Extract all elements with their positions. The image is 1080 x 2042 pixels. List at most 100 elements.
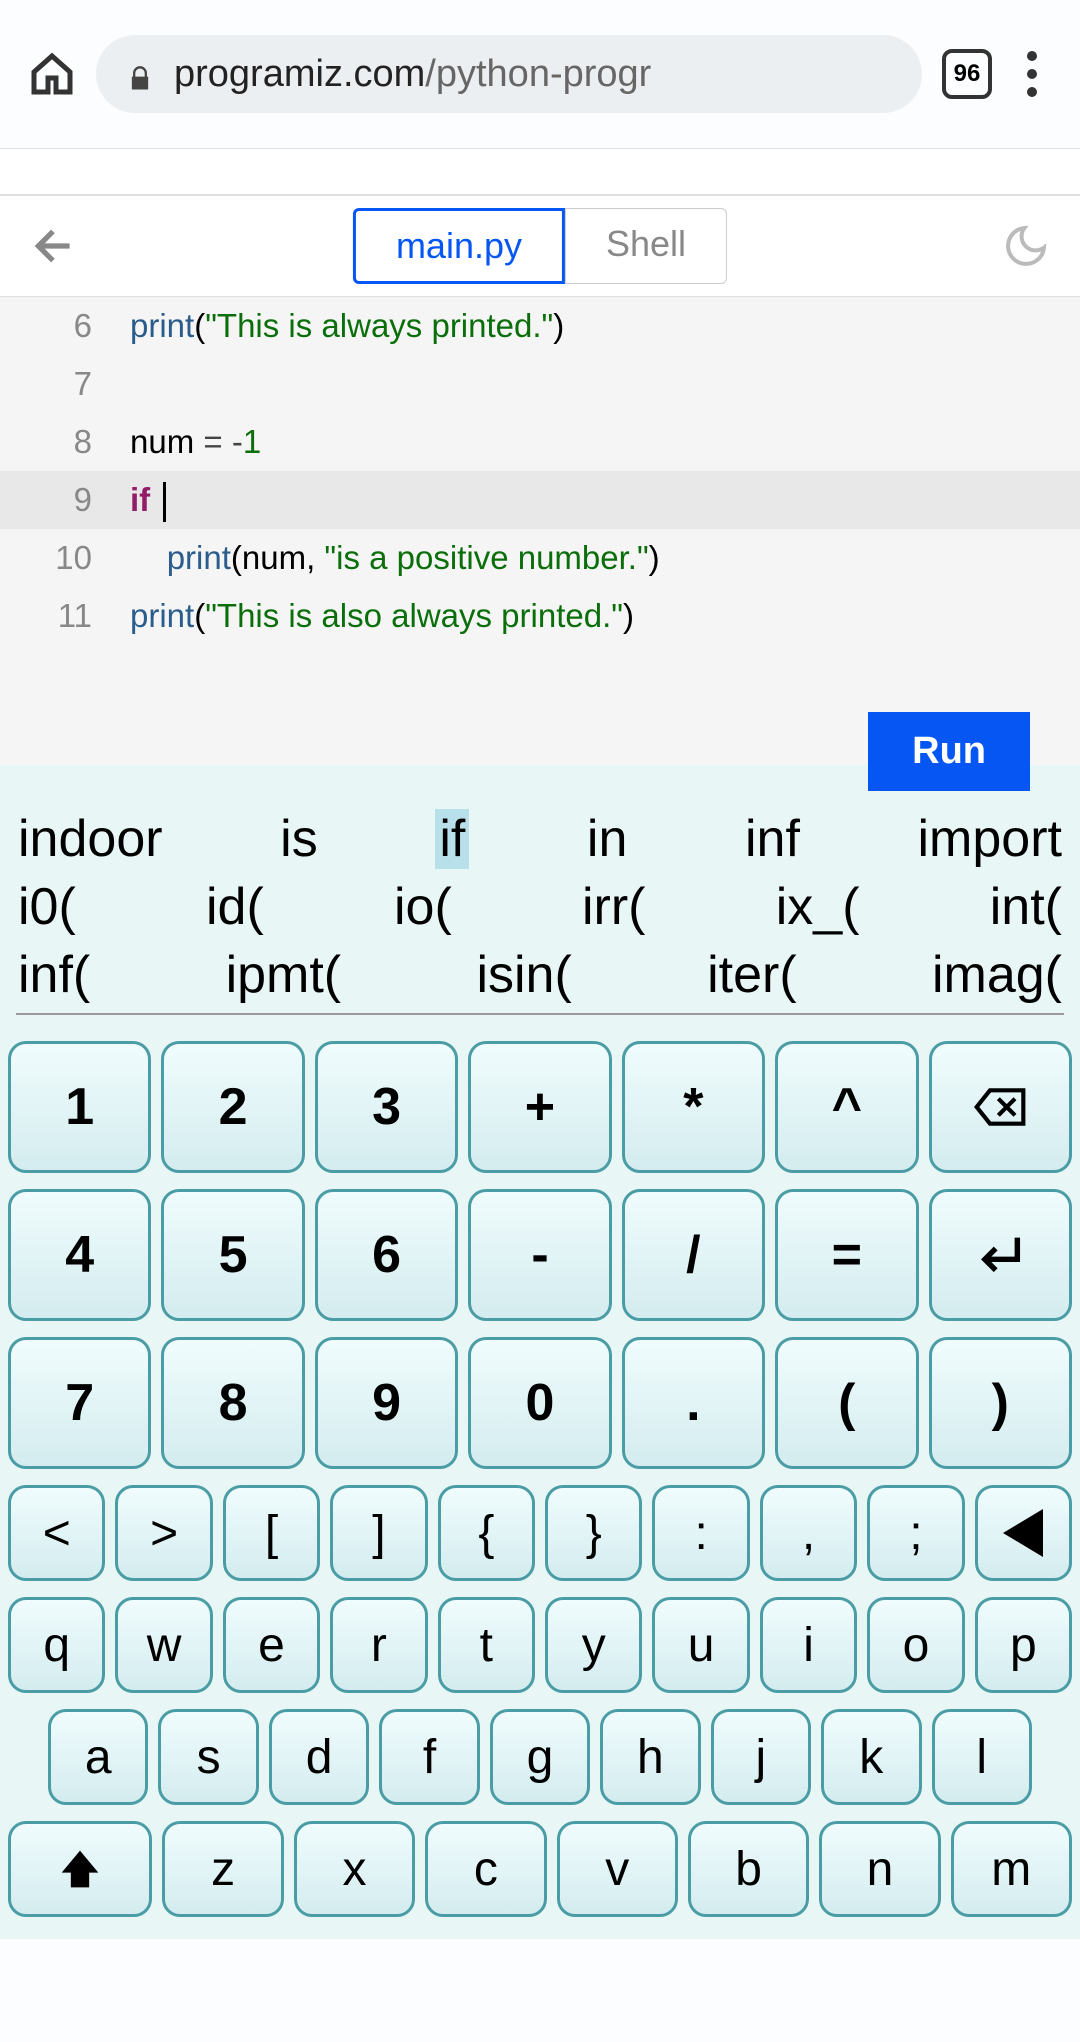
theme-moon-icon[interactable]	[1002, 222, 1050, 270]
menu-icon[interactable]	[1012, 51, 1052, 97]
key-7[interactable]: 7	[8, 1337, 151, 1469]
url-bar[interactable]: programiz.com/python-progr	[96, 35, 922, 113]
key-r[interactable]: r	[330, 1597, 427, 1693]
code-line[interactable]: 8num = -1	[0, 413, 1080, 471]
cursor-left-key[interactable]	[975, 1485, 1072, 1581]
code-line[interactable]: 9if	[0, 471, 1080, 529]
key-i[interactable]: i	[760, 1597, 857, 1693]
key-t[interactable]: t	[438, 1597, 535, 1693]
code-content[interactable]: print(num, "is a positive number.")	[130, 529, 660, 587]
text-cursor	[163, 482, 166, 522]
tab-count[interactable]: 96	[942, 49, 992, 99]
lock-icon	[126, 60, 154, 88]
key-e[interactable]: e	[223, 1597, 320, 1693]
key-y[interactable]: y	[545, 1597, 642, 1693]
suggestion-item[interactable]: if	[435, 809, 469, 869]
suggestion-item[interactable]: import	[918, 809, 1062, 869]
suggestion-item[interactable]: indoor	[18, 809, 163, 869]
suggestion-item[interactable]: inf(	[18, 945, 90, 1005]
key-g[interactable]: g	[490, 1709, 590, 1805]
backspace-key[interactable]	[929, 1041, 1072, 1173]
key-a[interactable]: a	[48, 1709, 148, 1805]
suggestion-item[interactable]: imag(	[932, 945, 1062, 1005]
key-v[interactable]: v	[557, 1821, 678, 1917]
key-n[interactable]: n	[819, 1821, 940, 1917]
key-][interactable]: ]	[330, 1485, 427, 1581]
key-d[interactable]: d	[269, 1709, 369, 1805]
key--[interactable]: -	[468, 1189, 611, 1321]
back-arrow-icon[interactable]	[30, 221, 80, 271]
key-3[interactable]: 3	[315, 1041, 458, 1173]
suggestion-item[interactable]: irr(	[582, 877, 646, 937]
tab-shell[interactable]: Shell	[565, 208, 727, 284]
suggestion-item[interactable]: id(	[206, 877, 264, 937]
key-p[interactable]: p	[975, 1597, 1072, 1693]
key-b[interactable]: b	[688, 1821, 809, 1917]
key-}[interactable]: }	[545, 1485, 642, 1581]
key-u[interactable]: u	[652, 1597, 749, 1693]
suggestion-item[interactable]: io(	[394, 877, 452, 937]
suggestion-item[interactable]: inf	[745, 809, 800, 869]
key-1[interactable]: 1	[8, 1041, 151, 1173]
key-f[interactable]: f	[379, 1709, 479, 1805]
key-q[interactable]: q	[8, 1597, 105, 1693]
key-<[interactable]: <	[8, 1485, 105, 1581]
suggestion-item[interactable]: int(	[990, 877, 1062, 937]
suggestion-item[interactable]: is	[280, 809, 318, 869]
key-,[interactable]: ,	[760, 1485, 857, 1581]
key-k[interactable]: k	[821, 1709, 921, 1805]
code-line[interactable]: 11print("This is also always printed.")	[0, 587, 1080, 645]
browser-bar: programiz.com/python-progr 96	[0, 0, 1080, 148]
key-.[interactable]: .	[622, 1337, 765, 1469]
key-x[interactable]: x	[294, 1821, 415, 1917]
key-w[interactable]: w	[115, 1597, 212, 1693]
key-9[interactable]: 9	[315, 1337, 458, 1469]
key-4[interactable]: 4	[8, 1189, 151, 1321]
key-h[interactable]: h	[600, 1709, 700, 1805]
code-line[interactable]: 7	[0, 355, 1080, 413]
key-j[interactable]: j	[711, 1709, 811, 1805]
home-icon[interactable]	[28, 50, 76, 98]
suggestion-item[interactable]: in	[587, 809, 627, 869]
key-c[interactable]: c	[425, 1821, 546, 1917]
run-button[interactable]: Run	[868, 712, 1030, 791]
suggestion-item[interactable]: iter(	[707, 945, 797, 1005]
suggestion-item[interactable]: ipmt(	[226, 945, 342, 1005]
code-content[interactable]: print("This is also always printed.")	[130, 587, 634, 645]
key-/[interactable]: /	[622, 1189, 765, 1321]
code-content[interactable]: if	[130, 471, 166, 529]
suggestions: indoorisifininfimport i0(id(io(irr(ix_(i…	[0, 805, 1080, 1031]
key-6[interactable]: 6	[315, 1189, 458, 1321]
enter-key[interactable]	[929, 1189, 1072, 1321]
key-*[interactable]: *	[622, 1041, 765, 1173]
code-content[interactable]: print("This is always printed.")	[130, 297, 564, 355]
key-2[interactable]: 2	[161, 1041, 304, 1173]
suggestion-item[interactable]: ix_(	[776, 877, 860, 937]
suggestion-item[interactable]: isin(	[476, 945, 571, 1005]
key->[interactable]: >	[115, 1485, 212, 1581]
code-content[interactable]: num = -1	[130, 413, 261, 471]
key-[[interactable]: [	[223, 1485, 320, 1581]
key-l[interactable]: l	[932, 1709, 1032, 1805]
key-{[interactable]: {	[438, 1485, 535, 1581]
key-5[interactable]: 5	[161, 1189, 304, 1321]
tab-main[interactable]: main.py	[353, 208, 565, 284]
key-z[interactable]: z	[162, 1821, 283, 1917]
shift-key[interactable]	[8, 1821, 152, 1917]
key-;[interactable]: ;	[867, 1485, 964, 1581]
code-line[interactable]: 6print("This is always printed.")	[0, 297, 1080, 355]
key-:[interactable]: :	[652, 1485, 749, 1581]
key-([interactable]: (	[775, 1337, 918, 1469]
code-editor[interactable]: 6print("This is always printed.")78num =…	[0, 296, 1080, 765]
key-)[interactable]: )	[929, 1337, 1072, 1469]
key-0[interactable]: 0	[468, 1337, 611, 1469]
key-+[interactable]: +	[468, 1041, 611, 1173]
key-s[interactable]: s	[158, 1709, 258, 1805]
suggestion-item[interactable]: i0(	[18, 877, 76, 937]
key-o[interactable]: o	[867, 1597, 964, 1693]
key-^[interactable]: ^	[775, 1041, 918, 1173]
key-m[interactable]: m	[951, 1821, 1072, 1917]
key-=[interactable]: =	[775, 1189, 918, 1321]
key-8[interactable]: 8	[161, 1337, 304, 1469]
code-line[interactable]: 10 print(num, "is a positive number.")	[0, 529, 1080, 587]
